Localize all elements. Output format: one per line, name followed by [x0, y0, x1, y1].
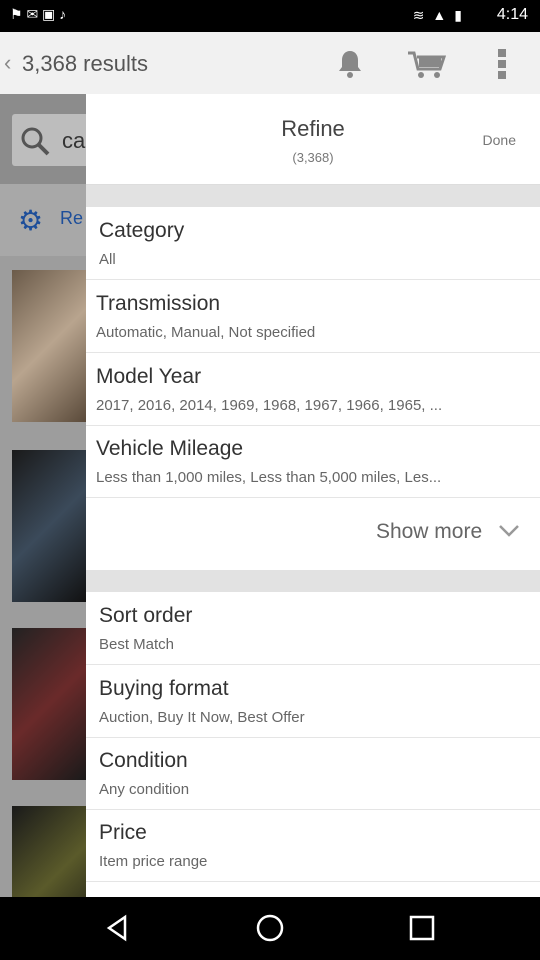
more-vert-icon[interactable] [482, 46, 522, 82]
show-more-label: Show more [375, 520, 483, 543]
refine-strip-label: Re [60, 208, 84, 228]
results-background: ca ⚙ Re [0, 94, 86, 897]
filter-label: Condition [99, 749, 188, 772]
status-indicators: ≋ ▲ ▮ [413, 7, 462, 24]
filter-label: Transmission [96, 292, 221, 315]
filter-category[interactable]: Category All [86, 207, 540, 280]
gear-icon: ⚙ [18, 205, 44, 236]
chevron-down-icon [498, 520, 520, 543]
filter-label: Vehicle Mileage [96, 437, 244, 460]
filter-value: Automatic, Manual, Not specified [96, 324, 316, 341]
result-thumbnail[interactable] [12, 628, 86, 780]
search-strip: ca [0, 94, 86, 184]
filter-value: All [99, 251, 116, 268]
home-nav-icon[interactable] [253, 911, 287, 945]
bell-icon[interactable] [330, 46, 370, 82]
filter-label: Model Year [96, 365, 202, 388]
filter-model-year[interactable]: Model Year 2017, 2016, 2014, 1969, 1968,… [86, 353, 540, 426]
done-button[interactable]: Done [483, 132, 516, 148]
condition-filter[interactable]: Condition Any condition [86, 737, 540, 810]
refine-header: Refine (3,368) Done [86, 94, 540, 185]
status-time: 4:14 [496, 6, 528, 23]
buying-format[interactable]: Buying format Auction, Buy It Now, Best … [86, 665, 540, 738]
filter-transmission[interactable]: Transmission Automatic, Manual, Not spec… [86, 280, 540, 353]
navigation-bar [0, 897, 540, 960]
wifi-icon: ≋ [412, 7, 425, 23]
filter-value: 2017, 2016, 2014, 1969, 1968, 1967, 1966… [96, 397, 443, 414]
price-filter[interactable]: Price Item price range [86, 809, 540, 882]
filter-value: Auction, Buy It Now, Best Offer [99, 709, 305, 726]
cart-icon[interactable] [406, 46, 446, 82]
filter-label: Sort order [99, 604, 193, 627]
app-bar: ‹ 3,368 results [0, 32, 540, 95]
search-query: ca [62, 128, 86, 153]
sort-order[interactable]: Sort order Best Match [86, 592, 540, 665]
filter-label: Category [99, 219, 185, 242]
status-notifications: ⚑ ✉ ▣ ♪ [10, 6, 67, 22]
filter-value: Best Match [99, 636, 175, 653]
section-divider [86, 185, 540, 207]
filter-label: Price [99, 821, 147, 844]
show-more-button[interactable]: Show more [376, 520, 520, 544]
filter-value: Item price range [99, 853, 208, 870]
back-icon[interactable]: ‹ [4, 50, 11, 76]
section-divider [86, 570, 540, 592]
status-bar: ⚑ ✉ ▣ ♪ ≋ ▲ ▮ 4:14 [0, 0, 540, 32]
filter-label: Buying format [99, 677, 229, 700]
filter-value: Any condition [99, 781, 190, 798]
filter-value: Less than 1,000 miles, Less than 5,000 m… [96, 469, 442, 486]
search-icon [20, 126, 50, 161]
results-title[interactable]: 3,368 results [22, 51, 148, 77]
recents-nav-icon[interactable] [405, 911, 439, 945]
refine-panel: Refine (3,368) Done Category All Transmi… [86, 94, 540, 897]
result-thumbnail[interactable] [12, 450, 86, 602]
result-thumbnail[interactable] [12, 270, 86, 422]
filter-vehicle-mileage[interactable]: Vehicle Mileage Less than 1,000 miles, L… [86, 425, 540, 498]
back-nav-icon[interactable] [100, 911, 134, 945]
result-thumbnail[interactable] [12, 806, 86, 897]
refine-title: Refine [281, 116, 345, 141]
refine-count: (3,368) [292, 150, 334, 165]
signal-icon: ▲ [432, 7, 447, 23]
battery-icon: ▮ [454, 7, 462, 23]
